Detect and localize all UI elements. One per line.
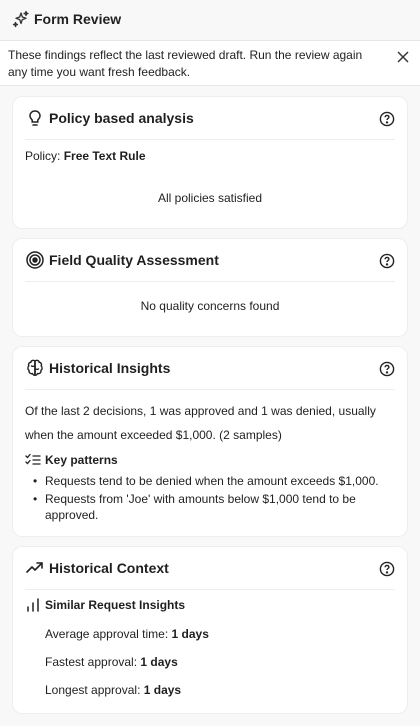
card-header: Historical Context	[25, 547, 395, 590]
stat-label: Average approval time:	[45, 627, 169, 641]
trending-up-icon	[25, 558, 45, 578]
close-icon[interactable]	[396, 50, 410, 64]
list-item: Requests from 'Joe' with amounts below $…	[31, 491, 393, 523]
notice-text: These findings reflect the last reviewed…	[8, 48, 363, 79]
stat-value: 1 days	[171, 627, 209, 641]
help-icon[interactable]	[379, 111, 395, 127]
policy-status: All policies satisfied	[157, 191, 263, 205]
insight-summary: Of the last 2 decisions, 1 was approved …	[25, 404, 376, 442]
policy-line: Policy: Free Text Rule	[25, 149, 146, 163]
card-header: Historical Insights	[25, 347, 395, 390]
card-header: Field Quality Assessment	[25, 239, 395, 282]
historical-context-card: Historical Context Similar Request Insig…	[12, 546, 408, 714]
key-patterns-list: Requests tend to be denied when the amou…	[31, 473, 393, 525]
lightbulb-icon	[25, 108, 45, 128]
stat-fastest: Fastest approval: 1 days	[45, 655, 178, 669]
historical-insights-card: Historical Insights Of the last 2 decisi…	[12, 346, 408, 537]
similar-insights-heading: Similar Request Insights	[25, 598, 185, 612]
stat-value: 1 days	[143, 683, 182, 697]
bar-chart-icon	[25, 598, 41, 612]
stat-value: 1 days	[140, 655, 178, 669]
target-icon	[25, 250, 45, 270]
card-header: Policy based analysis	[25, 97, 395, 140]
field-quality-card: Field Quality Assessment No quality conc…	[12, 238, 408, 337]
policy-label: Policy:	[25, 149, 61, 163]
key-patterns-label: Key patterns	[45, 453, 118, 467]
checklist-icon	[25, 453, 41, 467]
card-title: Field Quality Assessment	[49, 252, 219, 268]
help-icon[interactable]	[379, 253, 395, 269]
card-title: Historical Insights	[49, 360, 171, 376]
quality-status: No quality concerns found	[140, 299, 280, 313]
panel-title: Form Review	[34, 11, 122, 27]
similar-insights-label: Similar Request Insights	[45, 598, 186, 612]
sparkle-icon	[12, 10, 30, 28]
card-title: Policy based analysis	[49, 110, 194, 126]
stat-average: Average approval time: 1 days	[45, 627, 209, 641]
policy-analysis-card: Policy based analysis Policy: Free Text …	[12, 96, 408, 229]
card-title: Historical Context	[49, 560, 169, 576]
stat-longest: Longest approval: 1 days	[45, 683, 181, 697]
help-icon[interactable]	[379, 361, 395, 377]
brain-icon	[25, 358, 45, 378]
help-icon[interactable]	[379, 561, 395, 577]
list-item: Requests tend to be denied when the amou…	[31, 473, 393, 489]
stat-label: Longest approval:	[45, 683, 141, 697]
panel-header: Form Review	[0, 0, 420, 38]
review-notice: These findings reflect the last reviewed…	[0, 40, 420, 86]
stat-label: Fastest approval:	[45, 655, 138, 669]
policy-name: Free Text Rule	[63, 149, 146, 163]
key-patterns-heading: Key patterns	[25, 453, 118, 467]
